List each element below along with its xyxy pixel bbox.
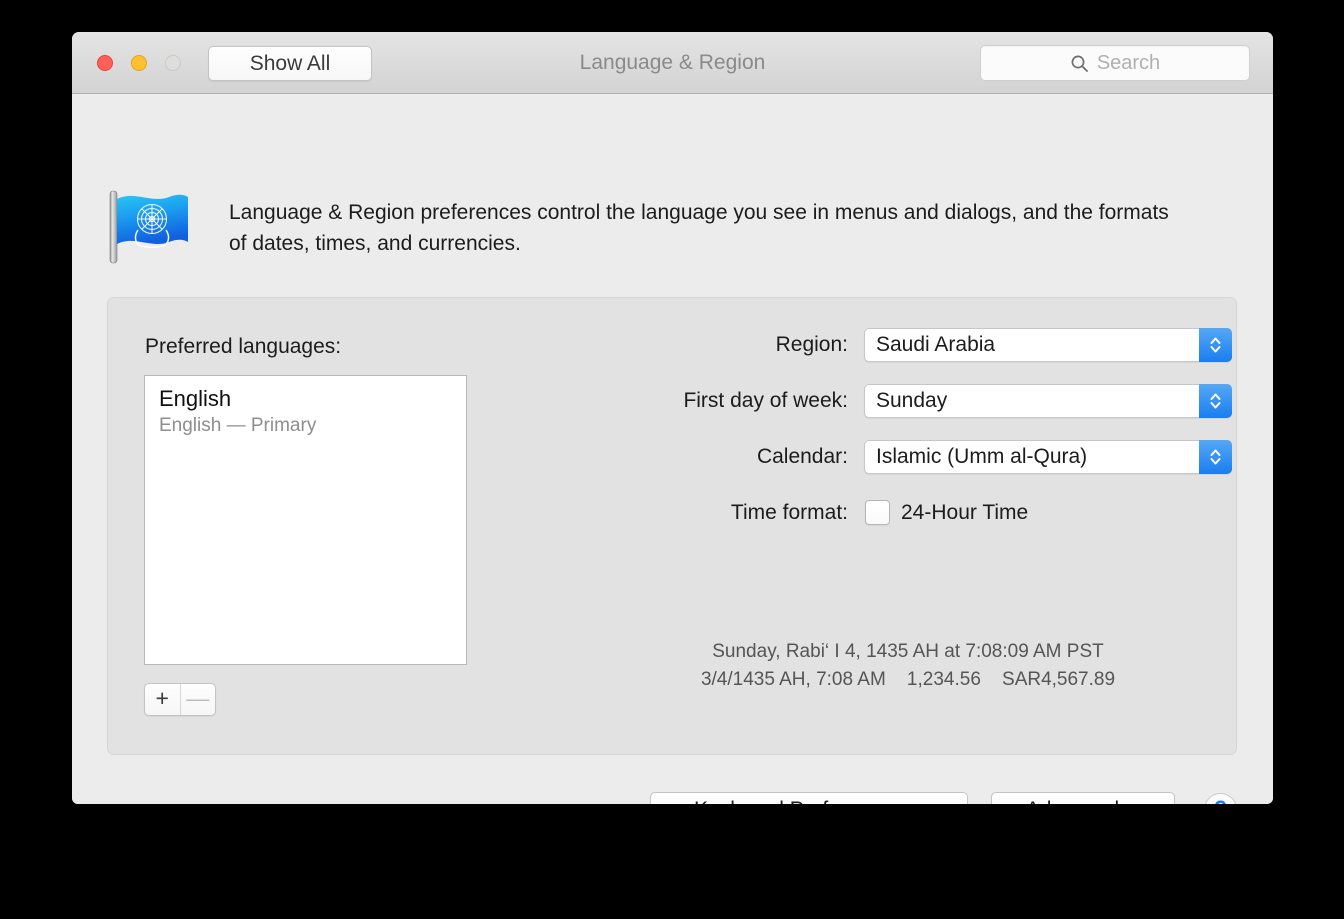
sample-line-1: Sunday, Rabi‘ I 4, 1435 AH at 7:08:09 AM… — [578, 638, 1238, 666]
add-remove-segmented-control[interactable]: + — — [144, 683, 216, 716]
settings-groupbox: Preferred languages: English English — P… — [107, 297, 1237, 755]
first-day-of-week-label: First day of week: — [568, 384, 848, 418]
preferences-window: Show All Language & Region Search — [72, 32, 1273, 804]
first-day-of-week-value: Sunday — [876, 385, 1193, 417]
remove-language-button[interactable]: — — [181, 684, 216, 715]
window-titlebar: Show All Language & Region Search — [72, 32, 1273, 94]
chevron-updown-icon — [1199, 328, 1232, 362]
search-placeholder: Search — [1097, 52, 1160, 75]
calendar-row: Calendar: Islamic (Umm al-Qura) — [108, 440, 1236, 474]
intro-description: Language & Region preferences control th… — [229, 197, 1179, 259]
sample-number: 1,234.56 — [907, 669, 981, 690]
search-icon — [1070, 54, 1089, 73]
first-day-of-week-popup-button[interactable]: Sunday — [864, 384, 1232, 418]
sample-date: 3/4/1435 AH, 7:08 AM — [701, 669, 886, 690]
calendar-popup-button[interactable]: Islamic (Umm al-Qura) — [864, 440, 1232, 474]
calendar-label: Calendar: — [568, 440, 848, 474]
region-value: Saudi Arabia — [876, 329, 1193, 361]
window-body: Language & Region preferences control th… — [72, 94, 1273, 804]
time-format-label: Time format: — [568, 496, 848, 530]
add-language-button[interactable]: + — [145, 684, 181, 715]
search-input[interactable]: Search — [980, 45, 1250, 81]
region-label: Region: — [568, 328, 848, 362]
time-format-row: Time format: 24-Hour Time — [108, 496, 1236, 530]
advanced-button[interactable]: Advanced… — [991, 792, 1175, 804]
sample-line-2: 3/4/1435 AH, 7:08 AM 1,234.56 SAR4,567.8… — [578, 666, 1238, 694]
first-day-of-week-row: First day of week: Sunday — [108, 384, 1236, 418]
24-hour-time-checkbox[interactable] — [865, 500, 890, 525]
keyboard-preferences-button[interactable]: Keyboard Preferences… — [650, 792, 968, 804]
sample-currency: SAR4,567.89 — [1002, 669, 1115, 690]
region-popup-button[interactable]: Saudi Arabia — [864, 328, 1232, 362]
chevron-updown-icon — [1199, 384, 1232, 418]
24-hour-time-label: 24-Hour Time — [901, 496, 1028, 529]
help-button[interactable]: ? — [1204, 793, 1237, 804]
region-row: Region: Saudi Arabia — [108, 328, 1236, 362]
calendar-value: Islamic (Umm al-Qura) — [876, 441, 1193, 473]
chevron-updown-icon — [1199, 440, 1232, 474]
un-flag-icon — [108, 188, 192, 264]
format-sample-preview: Sunday, Rabi‘ I 4, 1435 AH at 7:08:09 AM… — [578, 638, 1238, 694]
